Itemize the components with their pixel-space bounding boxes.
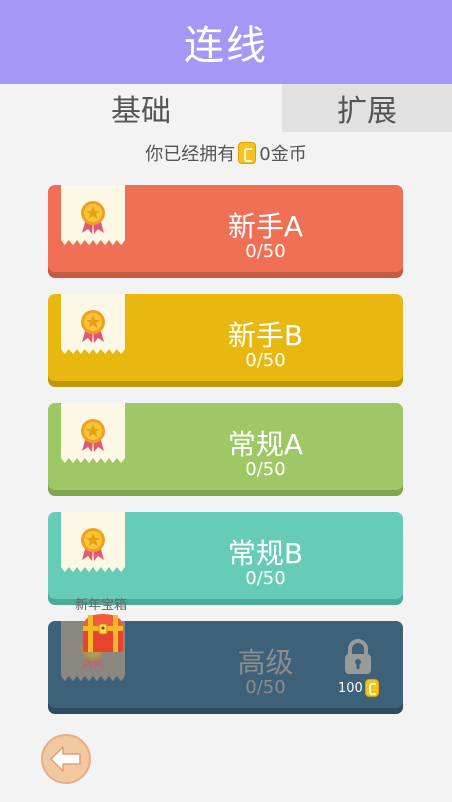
level-progress: 0/50 (245, 350, 286, 371)
page-title: 连线 (184, 23, 268, 69)
medal-ribbon (61, 294, 125, 355)
tab-bar: 基础 扩展 (0, 84, 452, 132)
lock-icon (345, 639, 371, 674)
medal-icon (81, 310, 105, 343)
level-progress: 0/50 (245, 459, 286, 480)
medal-ribbon (61, 185, 125, 246)
medal-icon (81, 201, 105, 234)
coin-icon (238, 142, 257, 164)
coin-icon (364, 679, 379, 697)
tab-extension[interactable]: 扩展 (282, 84, 452, 132)
level-progress: 0/50 (245, 568, 286, 589)
level-card-beginner-b[interactable]: 新手B 0/50 (48, 294, 403, 387)
tab-basic[interactable]: 基础 (0, 84, 282, 132)
level-card-regular-a[interactable]: 常规A 0/50 (48, 403, 403, 496)
level-card-regular-b[interactable]: 常规B 0/50 (48, 512, 403, 605)
coin-balance-amount: 0金币 (259, 144, 307, 165)
medal-icon (81, 419, 105, 452)
level-name: 常规B (227, 537, 304, 570)
back-arrow-icon (50, 746, 81, 772)
level-card-beginner-a[interactable]: 新手A 0/50 (48, 185, 403, 278)
header-bar: 连线 (0, 0, 452, 84)
level-name: 常规A (227, 428, 304, 461)
medal-ribbon (61, 403, 125, 464)
medal-icon (81, 528, 105, 561)
level-name: 新手B (227, 319, 304, 352)
unlock-price: 100 (338, 679, 382, 697)
treasure-chest-icon[interactable] (80, 612, 126, 654)
level-progress: 0/50 (245, 241, 286, 262)
back-button[interactable] (41, 734, 91, 784)
level-name: 新手A (227, 210, 304, 243)
coin-balance-prefix: 你已经拥有 (145, 144, 236, 165)
chest-label: 新年宝箱 (75, 598, 128, 613)
coin-balance: 你已经拥有 0金币 (0, 140, 452, 166)
medal-ribbon (61, 512, 125, 573)
unlock-price-amount: 100 (338, 680, 363, 696)
